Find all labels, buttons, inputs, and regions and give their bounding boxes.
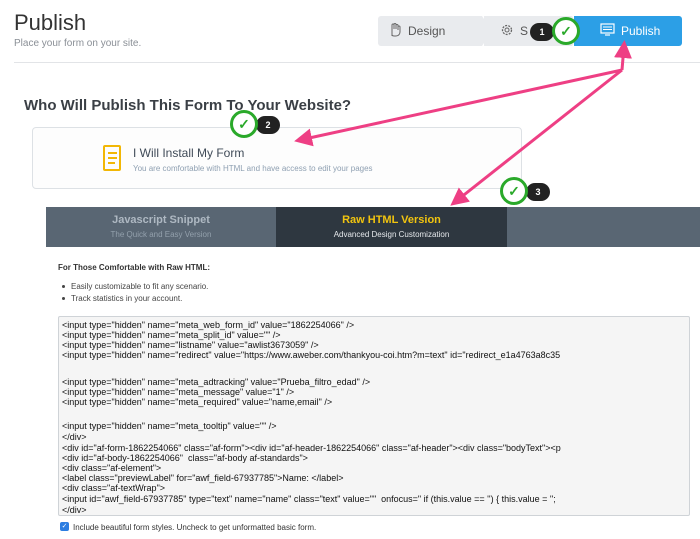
annotation-number: 3 <box>526 183 550 201</box>
step-design[interactable]: Design <box>378 16 482 46</box>
code-line: <input type="hidden" name="listname" val… <box>62 340 319 350</box>
install-my-form-option[interactable]: I Will Install My Form You are comfortab… <box>32 127 522 189</box>
annotation-number: 2 <box>256 116 280 134</box>
tab-subtitle: Advanced Design Customization <box>333 230 450 239</box>
step-publish-label: Publish <box>621 24 661 38</box>
tab-subtitle: The Quick and Easy Version <box>110 230 212 239</box>
code-line: <input type="hidden" name="meta_message"… <box>62 387 295 397</box>
html-code-textarea[interactable]: <input type="hidden" name="meta_web_form… <box>58 316 690 516</box>
check-icon: ✓ <box>552 17 580 45</box>
code-line: </div> <box>62 505 87 515</box>
monitor-icon <box>600 23 615 39</box>
tab-title: Raw HTML Version <box>342 214 441 226</box>
code-line: <input type="hidden" name="meta_adtracki… <box>62 377 371 387</box>
step-publish[interactable]: Publish <box>574 16 682 46</box>
code-line: <input type="hidden" name="meta_web_form… <box>62 320 355 330</box>
gear-icon <box>500 23 514 40</box>
check-icon: ✓ <box>500 177 528 205</box>
page-subtitle: Place your form on your site. <box>14 38 142 49</box>
code-line: <div id="af-body-1862254066" class="af-b… <box>62 453 308 463</box>
list-item: Track statistics in your account. <box>58 294 208 303</box>
code-line: <input type="hidden" name="meta_required… <box>62 397 333 407</box>
annotation-number: 1 <box>530 23 554 41</box>
page-title: Publish <box>14 10 87 35</box>
code-line: <label class="previewLabel" for="awf_fie… <box>62 473 344 483</box>
form-document-icon <box>103 145 121 171</box>
tab-raw-html-version[interactable]: Raw HTML Version Advanced Design Customi… <box>276 207 507 247</box>
include-styles-label: Include beautiful form styles. Uncheck t… <box>73 523 317 532</box>
step-settings-label: S <box>520 24 529 38</box>
tab-title: Javascript Snippet <box>112 214 210 226</box>
check-icon: ✓ <box>230 110 258 138</box>
code-line: <div class="af-textWrap"> <box>62 483 166 493</box>
install-option-title: I Will Install My Form <box>133 146 245 160</box>
header-divider <box>14 62 700 63</box>
code-line: </div> <box>62 432 87 442</box>
tab-javascript-snippet[interactable]: Javascript Snippet The Quick and Easy Ve… <box>46 207 276 247</box>
code-line: <input type="hidden" name="meta_split_id… <box>62 330 281 340</box>
hand-icon <box>388 22 402 40</box>
section-heading: Who Will Publish This Form To Your Websi… <box>24 97 352 114</box>
raw-html-heading: For Those Comfortable with Raw HTML: <box>58 263 210 272</box>
list-item: Easily customizable to fit any scenario. <box>58 282 208 291</box>
step-design-label: Design <box>408 24 446 38</box>
install-option-description: You are comfortable with HTML and have a… <box>133 164 373 173</box>
code-line: <div class="af-element"> <box>62 463 162 473</box>
code-line: <input type="hidden" name="meta_tooltip"… <box>62 421 277 431</box>
include-styles-checkbox[interactable]: ✓ <box>60 522 69 531</box>
raw-html-benefits: Easily customizable to fit any scenario.… <box>58 282 208 306</box>
page-header: Publish Place your form on your site. De… <box>0 0 700 62</box>
code-line: <input type="hidden" name="redirect" val… <box>62 350 561 360</box>
code-line: <input id="awf_field-67937785" type="tex… <box>62 494 556 504</box>
code-line: <div id="af-form-1862254066" class="af-f… <box>62 443 561 453</box>
publish-method-tabs: Javascript Snippet The Quick and Easy Ve… <box>46 207 700 247</box>
